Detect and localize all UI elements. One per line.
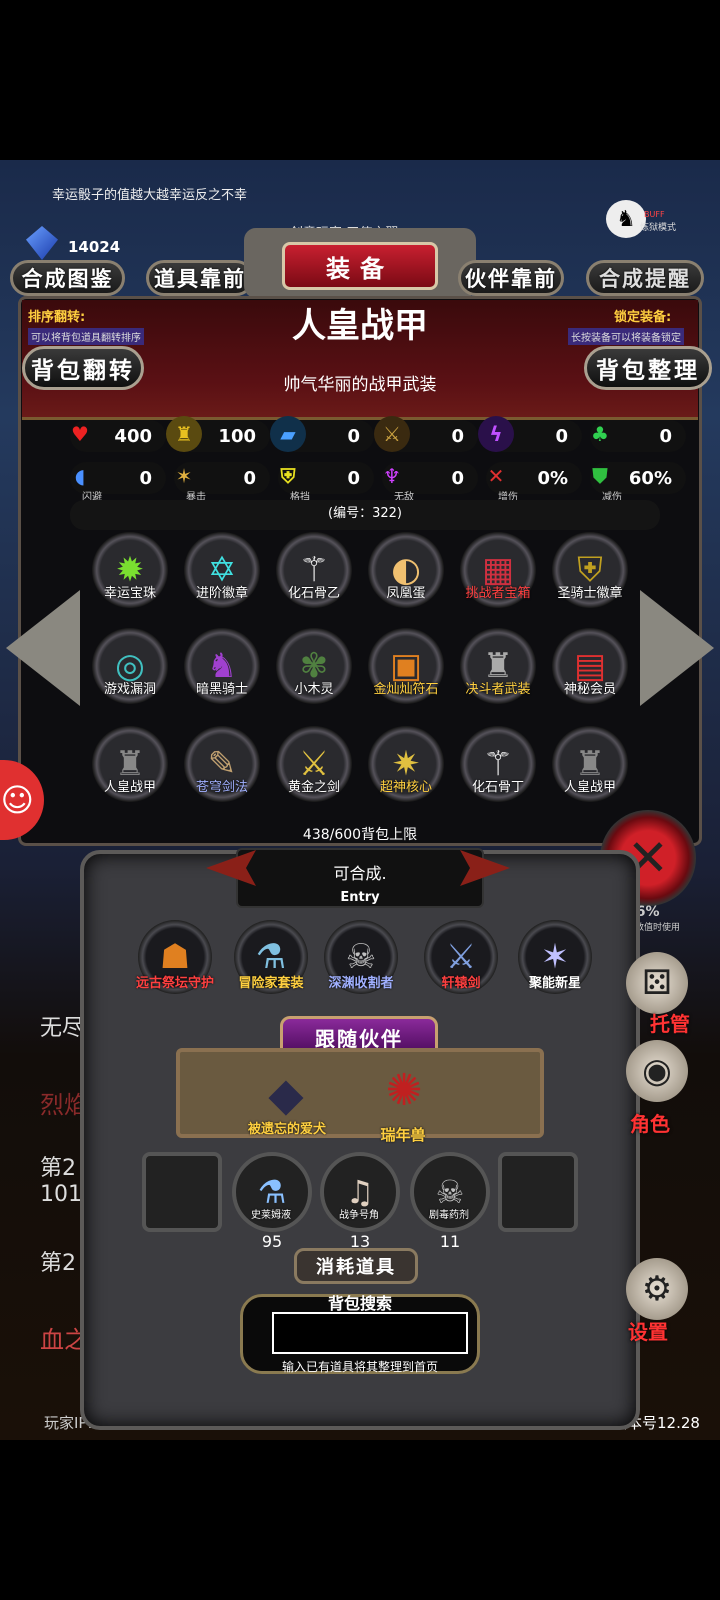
armor-icon: ♜ xyxy=(166,416,202,452)
stat-speed: ▰ 0 xyxy=(270,416,374,452)
beast-icon[interactable]: ✺ xyxy=(372,1060,436,1120)
role-button[interactable]: 角色 xyxy=(630,1108,670,1137)
game-screen: 无尽 烈焰 第2 101 第2 血之亚龙被击败掉 1枚 玩家IP: 685989… xyxy=(0,160,720,1440)
inventory-item-label: 小木灵 xyxy=(294,682,334,697)
inventory-item-label: 挑战者宝箱 xyxy=(465,586,531,601)
top-notice: 幸运骰子的值越大越幸运反之不幸 xyxy=(52,188,248,203)
partner-front-button[interactable]: 伙伴靠前 xyxy=(458,260,564,296)
log-text: 无尽 xyxy=(40,1016,85,1041)
stat-hp: ♥ 400 xyxy=(70,420,166,452)
prev-page-arrow-icon[interactable] xyxy=(6,590,80,706)
settings-button[interactable]: 设置 xyxy=(628,1316,668,1345)
inventory-item-label: 圣骑士徽章 xyxy=(557,586,623,601)
inventory-item-label: 人皇战甲 xyxy=(103,780,156,795)
inventory-item-label: 苍穹剑法 xyxy=(195,780,248,795)
compose-status: 可合成. xyxy=(333,864,387,883)
stat-damage-up: ✕ 0% 增伤 xyxy=(486,462,582,503)
clover-icon: ♣ xyxy=(591,422,609,446)
stat-attack: ⚔ 0 xyxy=(374,416,478,452)
stat-energy: ϟ0 xyxy=(478,416,582,452)
currency-value: 14024 xyxy=(68,238,121,256)
items-front-button[interactable]: 道具靠前 xyxy=(146,260,254,296)
flip-bag-button[interactable]: 背包翻转 xyxy=(22,346,144,390)
stat-defense: ♜ 100 xyxy=(166,416,270,452)
equipment-name: 人皇战甲 xyxy=(292,306,428,346)
consumables-title: 消耗道具 xyxy=(294,1248,418,1284)
screen-title: 装备 xyxy=(282,242,438,290)
inventory-item-label: 神秘会员 xyxy=(563,682,616,697)
compose-item-label: 深渊收割者 xyxy=(328,976,394,991)
sort-bag-button[interactable]: 背包整理 xyxy=(584,346,712,390)
equipment-number: (编号：322) xyxy=(70,500,660,530)
stat-block: ⛨ 0 格挡 xyxy=(278,462,374,503)
log-text: 第2 xyxy=(40,1251,76,1276)
inventory-item-label: 黄金之剑 xyxy=(287,780,340,795)
search-input[interactable] xyxy=(272,1312,468,1354)
dice-icon[interactable]: ⚄ xyxy=(626,952,688,1014)
consumable-count: 11 xyxy=(439,1232,461,1251)
next-page-arrow-icon[interactable] xyxy=(640,590,714,706)
stat-luck: ♣ 0 xyxy=(590,420,686,452)
flip-hint: 可以将背包道具翻转排序 xyxy=(28,328,144,345)
compose-remind-button[interactable]: 合成提醒 xyxy=(586,260,704,296)
compose-book-button[interactable]: 合成图鉴 xyxy=(10,260,125,296)
log-text: 第2 xyxy=(40,1156,76,1181)
inventory-item-label: 游戏漏洞 xyxy=(103,682,156,697)
sword-icon: ⚔ xyxy=(374,416,410,452)
compose-item-label: 远古祭坛守护 xyxy=(135,976,214,991)
consumable-name: 剧毒药剂 xyxy=(429,1210,469,1221)
inventory-item-label: 金灿灿符石 xyxy=(373,682,439,697)
flip-title: 排序翻转: xyxy=(28,310,86,325)
heart-icon: ♥ xyxy=(71,422,89,446)
manage-label: 托管 xyxy=(650,1012,690,1036)
partner-name: 瑞年兽 xyxy=(380,1126,426,1144)
inventory-item-label: 暗黑骑士 xyxy=(195,682,248,697)
inventory-item-label: 进阶徽章 xyxy=(195,586,248,601)
gem-icon xyxy=(26,226,58,260)
inventory-item-label: 凤凰蛋 xyxy=(386,586,426,601)
speed-icon: ▰ xyxy=(270,416,306,452)
inventory-item-label: 幸运宝珠 xyxy=(103,586,156,601)
inventory-item-label: 化石骨乙 xyxy=(287,586,340,601)
lock-title: 锁定装备: xyxy=(614,310,672,325)
compose-entry: Entry xyxy=(340,890,380,905)
hood-icon[interactable]: ◉ xyxy=(626,1040,688,1102)
consumable-count: 95 xyxy=(261,1232,283,1251)
inventory-item-label: 决斗者武装 xyxy=(465,682,531,697)
dog-icon[interactable]: ◆ xyxy=(256,1064,316,1124)
stat-damage-reduce: ⛊ 60% 减伤 xyxy=(590,462,686,503)
empty-slot[interactable] xyxy=(498,1152,578,1232)
inventory-item-label: 超神核心 xyxy=(379,780,432,795)
stat-dodge: ◖ 0 闪避 xyxy=(70,462,166,503)
empty-slot[interactable] xyxy=(142,1152,222,1232)
gear-icon[interactable]: ⚙ xyxy=(626,1258,688,1320)
inventory-item-label: 化石骨丁 xyxy=(471,780,524,795)
lightning-icon: ϟ xyxy=(478,416,514,452)
search-hint: 输入已有道具将其整理到首页 xyxy=(281,1360,438,1374)
inventory-item-label: 人皇战甲 xyxy=(563,780,616,795)
bag-capacity: 438/600背包上限 xyxy=(302,827,418,843)
lock-hint: 长按装备可以将装备锁定 xyxy=(568,328,684,345)
stat-crit: ✶ 0 暴击 xyxy=(174,462,270,503)
buff-mode-label: 炼狱模式 xyxy=(640,223,677,233)
search-title: 背包搜索 xyxy=(327,1294,392,1313)
buff-badge: BUFF xyxy=(644,210,665,219)
partner-name: 被遗忘的爱犬 xyxy=(247,1122,326,1137)
log-text: 101 xyxy=(40,1182,82,1207)
stat-invincible: ♆ 0 无敌 xyxy=(382,462,478,503)
equipment-description: 帅气华丽的战甲武装 xyxy=(283,375,437,395)
compose-item-label: 聚能新星 xyxy=(528,976,581,991)
